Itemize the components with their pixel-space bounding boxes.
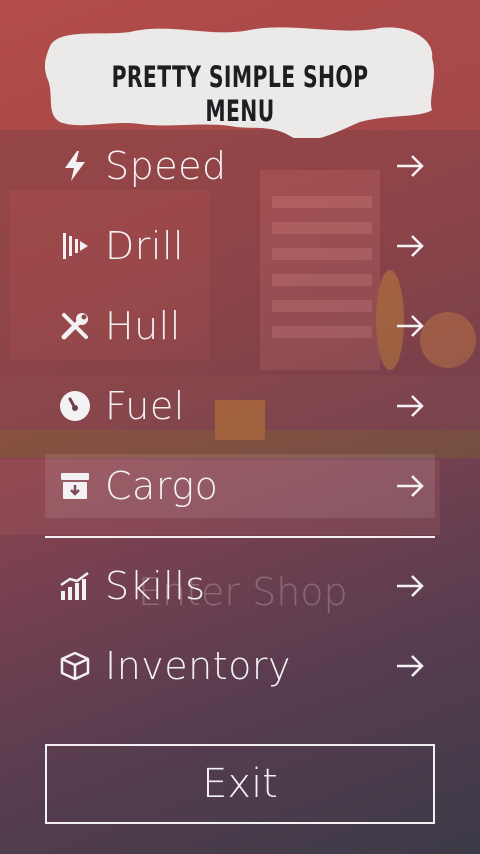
arrow-right-icon: [385, 654, 435, 678]
page-title: PRETTY SIMPLE SHOP MENU: [111, 60, 369, 128]
arrow-right-icon: [385, 234, 435, 258]
bar-chart-icon: [45, 571, 105, 601]
menu-item-inventory[interactable]: Inventory: [45, 634, 435, 698]
menu-item-hull[interactable]: Hull: [45, 294, 435, 358]
menu-item-cargo[interactable]: Cargo: [45, 454, 435, 518]
arrow-right-icon: [385, 394, 435, 418]
arrow-right-icon: [385, 154, 435, 178]
arrow-right-icon: [385, 314, 435, 338]
exit-button[interactable]: Exit: [45, 744, 435, 824]
menu-item-label: Speed: [105, 144, 227, 188]
menu-item-label: Fuel: [105, 384, 185, 428]
gauge-icon: [45, 390, 105, 422]
title-banner: PRETTY SIMPLE SHOP MENU: [40, 18, 440, 141]
arrow-right-icon: [385, 574, 435, 598]
tools-icon: [45, 310, 105, 342]
menu-item-fuel[interactable]: Fuel: [45, 374, 435, 438]
archive-box-icon: [45, 470, 105, 502]
menu-item-label: Inventory: [105, 644, 292, 688]
menu-item-label: Hull: [105, 304, 181, 348]
menu-item-label: Skills: [105, 564, 206, 608]
menu-item-skills[interactable]: Skills: [45, 554, 435, 618]
menu-item-speed[interactable]: Speed: [45, 134, 435, 198]
arrow-right-icon: [385, 474, 435, 498]
cube-icon: [45, 651, 105, 681]
menu-item-label: Drill: [105, 224, 185, 268]
menu-item-drill[interactable]: Drill: [45, 214, 435, 278]
menu-item-label: Cargo: [105, 464, 219, 508]
lightning-icon: [45, 150, 105, 182]
menu-divider: [45, 536, 435, 538]
drill-icon: [45, 231, 105, 261]
